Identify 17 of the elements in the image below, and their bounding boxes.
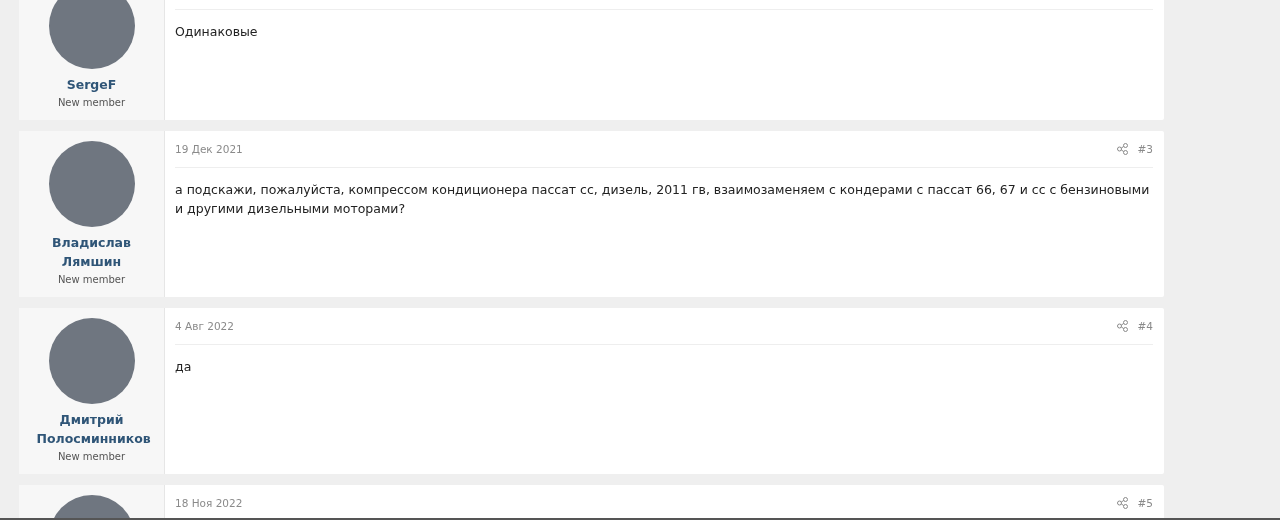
user-title: New member <box>57 273 126 287</box>
post-number-link[interactable]: #3 <box>1137 143 1153 155</box>
post-message: да <box>175 358 193 376</box>
user-title: New member <box>57 450 126 464</box>
post-message: Одинаковые <box>175 23 259 41</box>
share-icon[interactable] <box>1116 497 1128 509</box>
post-message: а подскажи, пожалуйста, компрессом кондиционера пассат сс, дизель, 2011 гв, взаимозаменяем с кондерами с пассат 66, 67 и сс с бензиновыми и другими дизельными моторами? <box>175 181 1151 218</box>
post-date[interactable]: 19 Дек 2021 <box>175 143 243 155</box>
author-link[interactable]: SergeF <box>36 75 147 94</box>
author-link[interactable]: Владислав Лямшин <box>36 233 147 271</box>
share-icon[interactable] <box>1116 320 1128 332</box>
post-date[interactable]: 18 Ноя 2022 <box>175 497 243 509</box>
post-date[interactable]: 4 Авг 2022 <box>175 320 234 332</box>
post-number-link[interactable]: #4 <box>1137 320 1153 332</box>
user-title: New member <box>57 96 126 110</box>
share-icon[interactable] <box>1116 143 1128 155</box>
post-number-link[interactable]: #5 <box>1137 497 1153 509</box>
